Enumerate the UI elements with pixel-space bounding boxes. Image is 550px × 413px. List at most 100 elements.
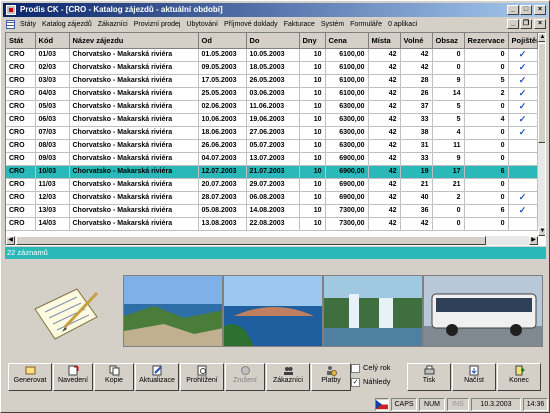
cell-nazev: Chorvatsko - Makarská riviéra xyxy=(69,74,199,88)
scroll-left-arrow-icon[interactable]: ◀ xyxy=(6,236,15,245)
cell-volne: 33 xyxy=(400,152,433,166)
customers-button[interactable]: Zákazníci xyxy=(266,363,310,391)
cell-stat: CRO xyxy=(6,87,36,101)
column-header-2[interactable]: Název zájezdu xyxy=(69,33,199,49)
menu-item-0[interactable]: Státy xyxy=(20,21,36,28)
cell-rez: 0 xyxy=(464,126,509,140)
full-year-checkbox-box[interactable] xyxy=(351,363,360,373)
table-row[interactable]: CRO 11/03 Chorvatsko - Makarská riviéra 20.… xyxy=(6,178,538,192)
tour-catalog-grid[interactable]: Stát Kód Název zájezdu Od Do Dny Cena Místa Voln… xyxy=(5,32,546,246)
menu-item-7[interactable]: Systém xyxy=(321,21,344,28)
menu-item-3[interactable]: Provizní prodej xyxy=(134,21,181,28)
menu-item-5[interactable]: Příjmové doklady xyxy=(224,21,278,28)
load-button[interactable]: Načíst xyxy=(452,363,496,391)
cell-volne: 28 xyxy=(400,74,433,88)
exit-button[interactable]: Konec xyxy=(497,363,541,391)
title-bar[interactable]: Prodis CK - [CRO - Katalog zájezdů - akt… xyxy=(3,3,548,17)
column-header-1[interactable]: Kód xyxy=(35,33,70,49)
cell-do: 03.06.2003 xyxy=(246,87,300,101)
cell-rez: 0 xyxy=(464,48,509,62)
cancel-button[interactable]: Zrušení xyxy=(225,363,265,391)
maximize-button[interactable]: □ xyxy=(520,5,532,15)
cell-cena: 6300,00 xyxy=(325,139,369,153)
table-row[interactable]: CRO 08/03 Chorvatsko - Makarská riviéra 26.… xyxy=(6,139,538,153)
minimize-button[interactable]: _ xyxy=(507,5,519,15)
column-header-8[interactable]: Volné xyxy=(400,33,433,49)
scroll-right-arrow-icon[interactable]: ▶ xyxy=(529,236,538,245)
cell-od: 02.06.2003 xyxy=(198,100,247,114)
previews-checkbox-box[interactable]: ✓ xyxy=(351,377,360,387)
view-icon xyxy=(197,365,206,376)
horizontal-scroll-thumb[interactable] xyxy=(16,236,486,245)
scroll-down-arrow-icon[interactable]: ▼ xyxy=(538,227,545,236)
table-row[interactable]: CRO 05/03 Chorvatsko - Makarská riviéra 02.… xyxy=(6,100,538,114)
close-button[interactable]: × xyxy=(534,5,546,15)
column-header-3[interactable]: Od xyxy=(198,33,247,49)
column-header-4[interactable]: Do xyxy=(246,33,300,49)
table-row[interactable]: CRO 13/03 Chorvatsko - Makarská riviéra 05.… xyxy=(6,204,538,218)
view-button[interactable]: Prohlížení xyxy=(180,363,224,391)
cell-mista: 42 xyxy=(368,152,401,166)
previews-checkbox[interactable]: ✓ Náhledy xyxy=(351,377,391,387)
cell-mista: 42 xyxy=(368,61,401,75)
cell-cena: 6900,00 xyxy=(325,152,369,166)
cell-volne: 42 xyxy=(400,48,433,62)
action-toolbar: Generovat Navedení Kopie Aktualizace Pro… xyxy=(5,357,546,395)
cell-do: 06.08.2003 xyxy=(246,191,300,205)
bus-photo xyxy=(423,275,543,347)
column-header-0[interactable]: Stát xyxy=(6,33,36,49)
menu-item-6[interactable]: Fakturace xyxy=(284,21,315,28)
navedeni-button[interactable]: Navedení xyxy=(53,363,93,391)
horizontal-scrollbar[interactable]: ◀ ▶ xyxy=(6,236,538,245)
cell-kod: 08/03 xyxy=(35,139,70,153)
mdi-restore-button[interactable]: ❐ xyxy=(520,19,532,29)
table-row[interactable]: CRO 02/03 Chorvatsko - Makarská riviéra 09.… xyxy=(6,61,538,75)
cell-do: 11.06.2003 xyxy=(246,100,300,114)
grid-document-icon[interactable] xyxy=(6,20,15,29)
table-row[interactable]: CRO 10/03 Chorvatsko - Makarská riviéra 12.… xyxy=(6,165,538,179)
table-row[interactable]: CRO 06/03 Chorvatsko - Makarská riviéra 10.… xyxy=(6,113,538,127)
table-row[interactable]: CRO 04/03 Chorvatsko - Makarská riviéra 25.… xyxy=(6,87,538,101)
cell-obsaz: 0 xyxy=(432,48,465,62)
column-header-9[interactable]: Obsaz xyxy=(432,33,465,49)
table-row[interactable]: CRO 03/03 Chorvatsko - Makarská riviéra 17.… xyxy=(6,74,538,88)
menu-item-8[interactable]: Formuláře xyxy=(350,21,382,28)
column-header-5[interactable]: Dny xyxy=(299,33,326,49)
column-header-7[interactable]: Místa xyxy=(368,33,401,49)
menu-item-2[interactable]: Zákazníci xyxy=(98,21,128,28)
table-row[interactable]: CRO 01/03 Chorvatsko - Makarská riviéra 01.… xyxy=(6,48,538,62)
update-button[interactable]: Aktualizace xyxy=(135,363,179,391)
copy-button[interactable]: Kopie xyxy=(94,363,134,391)
generate-button[interactable]: Generovat xyxy=(8,363,52,391)
mdi-close-button[interactable]: × xyxy=(534,19,546,29)
table-row[interactable]: CRO 09/03 Chorvatsko - Makarská riviéra 04.… xyxy=(6,152,538,166)
cell-obsaz: 5 xyxy=(432,100,465,114)
insured-check-icon xyxy=(508,178,538,192)
vertical-scroll-thumb[interactable] xyxy=(538,43,545,143)
menu-item-9[interactable]: 0 aplikaci xyxy=(388,21,417,28)
full-year-checkbox[interactable]: Celý rok xyxy=(351,363,391,373)
cell-od: 01.05.2003 xyxy=(198,48,247,62)
menu-item-1[interactable]: Katalog zájezdů xyxy=(42,21,92,28)
mdi-minimize-button[interactable]: _ xyxy=(507,19,519,29)
cell-stat: CRO xyxy=(6,100,36,114)
cell-mista: 42 xyxy=(368,87,401,101)
payments-button[interactable]: Platby xyxy=(311,363,351,391)
table-row[interactable]: CRO 14/03 Chorvatsko - Makarská riviéra 13.… xyxy=(6,217,538,231)
column-header-10[interactable]: Rezervace xyxy=(464,33,509,49)
column-header-6[interactable]: Cena xyxy=(325,33,369,49)
cell-nazev: Chorvatsko - Makarská riviéra xyxy=(69,48,199,62)
print-button[interactable]: Tisk xyxy=(407,363,451,391)
table-row[interactable]: CRO 07/03 Chorvatsko - Makarská riviéra 18.… xyxy=(6,126,538,140)
cell-nazev: Chorvatsko - Makarská riviéra xyxy=(69,217,199,231)
table-row[interactable]: CRO 12/03 Chorvatsko - Makarská riviéra 28.… xyxy=(6,191,538,205)
scroll-up-arrow-icon[interactable]: ▲ xyxy=(538,33,545,42)
column-header-11[interactable]: Pojištěn xyxy=(508,33,538,49)
cell-volne: 37 xyxy=(400,100,433,114)
vertical-scrollbar[interactable]: ▲ ▼ xyxy=(538,33,545,236)
cell-od: 17.05.2003 xyxy=(198,74,247,88)
cell-rez: 0 xyxy=(464,191,509,205)
cell-od: 09.05.2003 xyxy=(198,61,247,75)
app-icon[interactable] xyxy=(6,5,16,15)
menu-item-4[interactable]: Ubytování xyxy=(186,21,218,28)
